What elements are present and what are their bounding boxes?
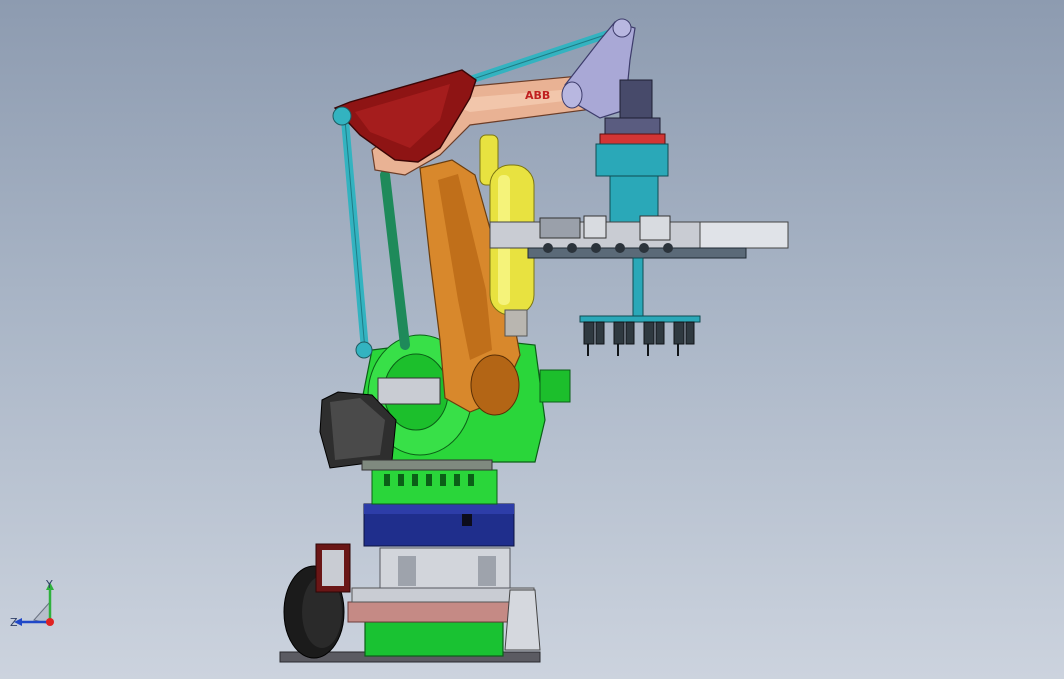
abb-logo: ABB (525, 89, 550, 102)
robot-pedestal[interactable] (279, 469, 541, 663)
cad-viewport[interactable]: ABB Y Z (0, 0, 1064, 679)
y-axis-label: Y (45, 578, 53, 591)
counterweight-link[interactable] (332, 69, 477, 163)
z-axis-label: Z (10, 616, 18, 629)
robot-wrist[interactable] (561, 18, 666, 145)
x-axis-dot (46, 618, 54, 626)
palletizing-gripper[interactable] (489, 143, 789, 356)
view-triad[interactable]: Y Z (8, 578, 68, 636)
robot-model[interactable]: ABB (0, 0, 1064, 679)
